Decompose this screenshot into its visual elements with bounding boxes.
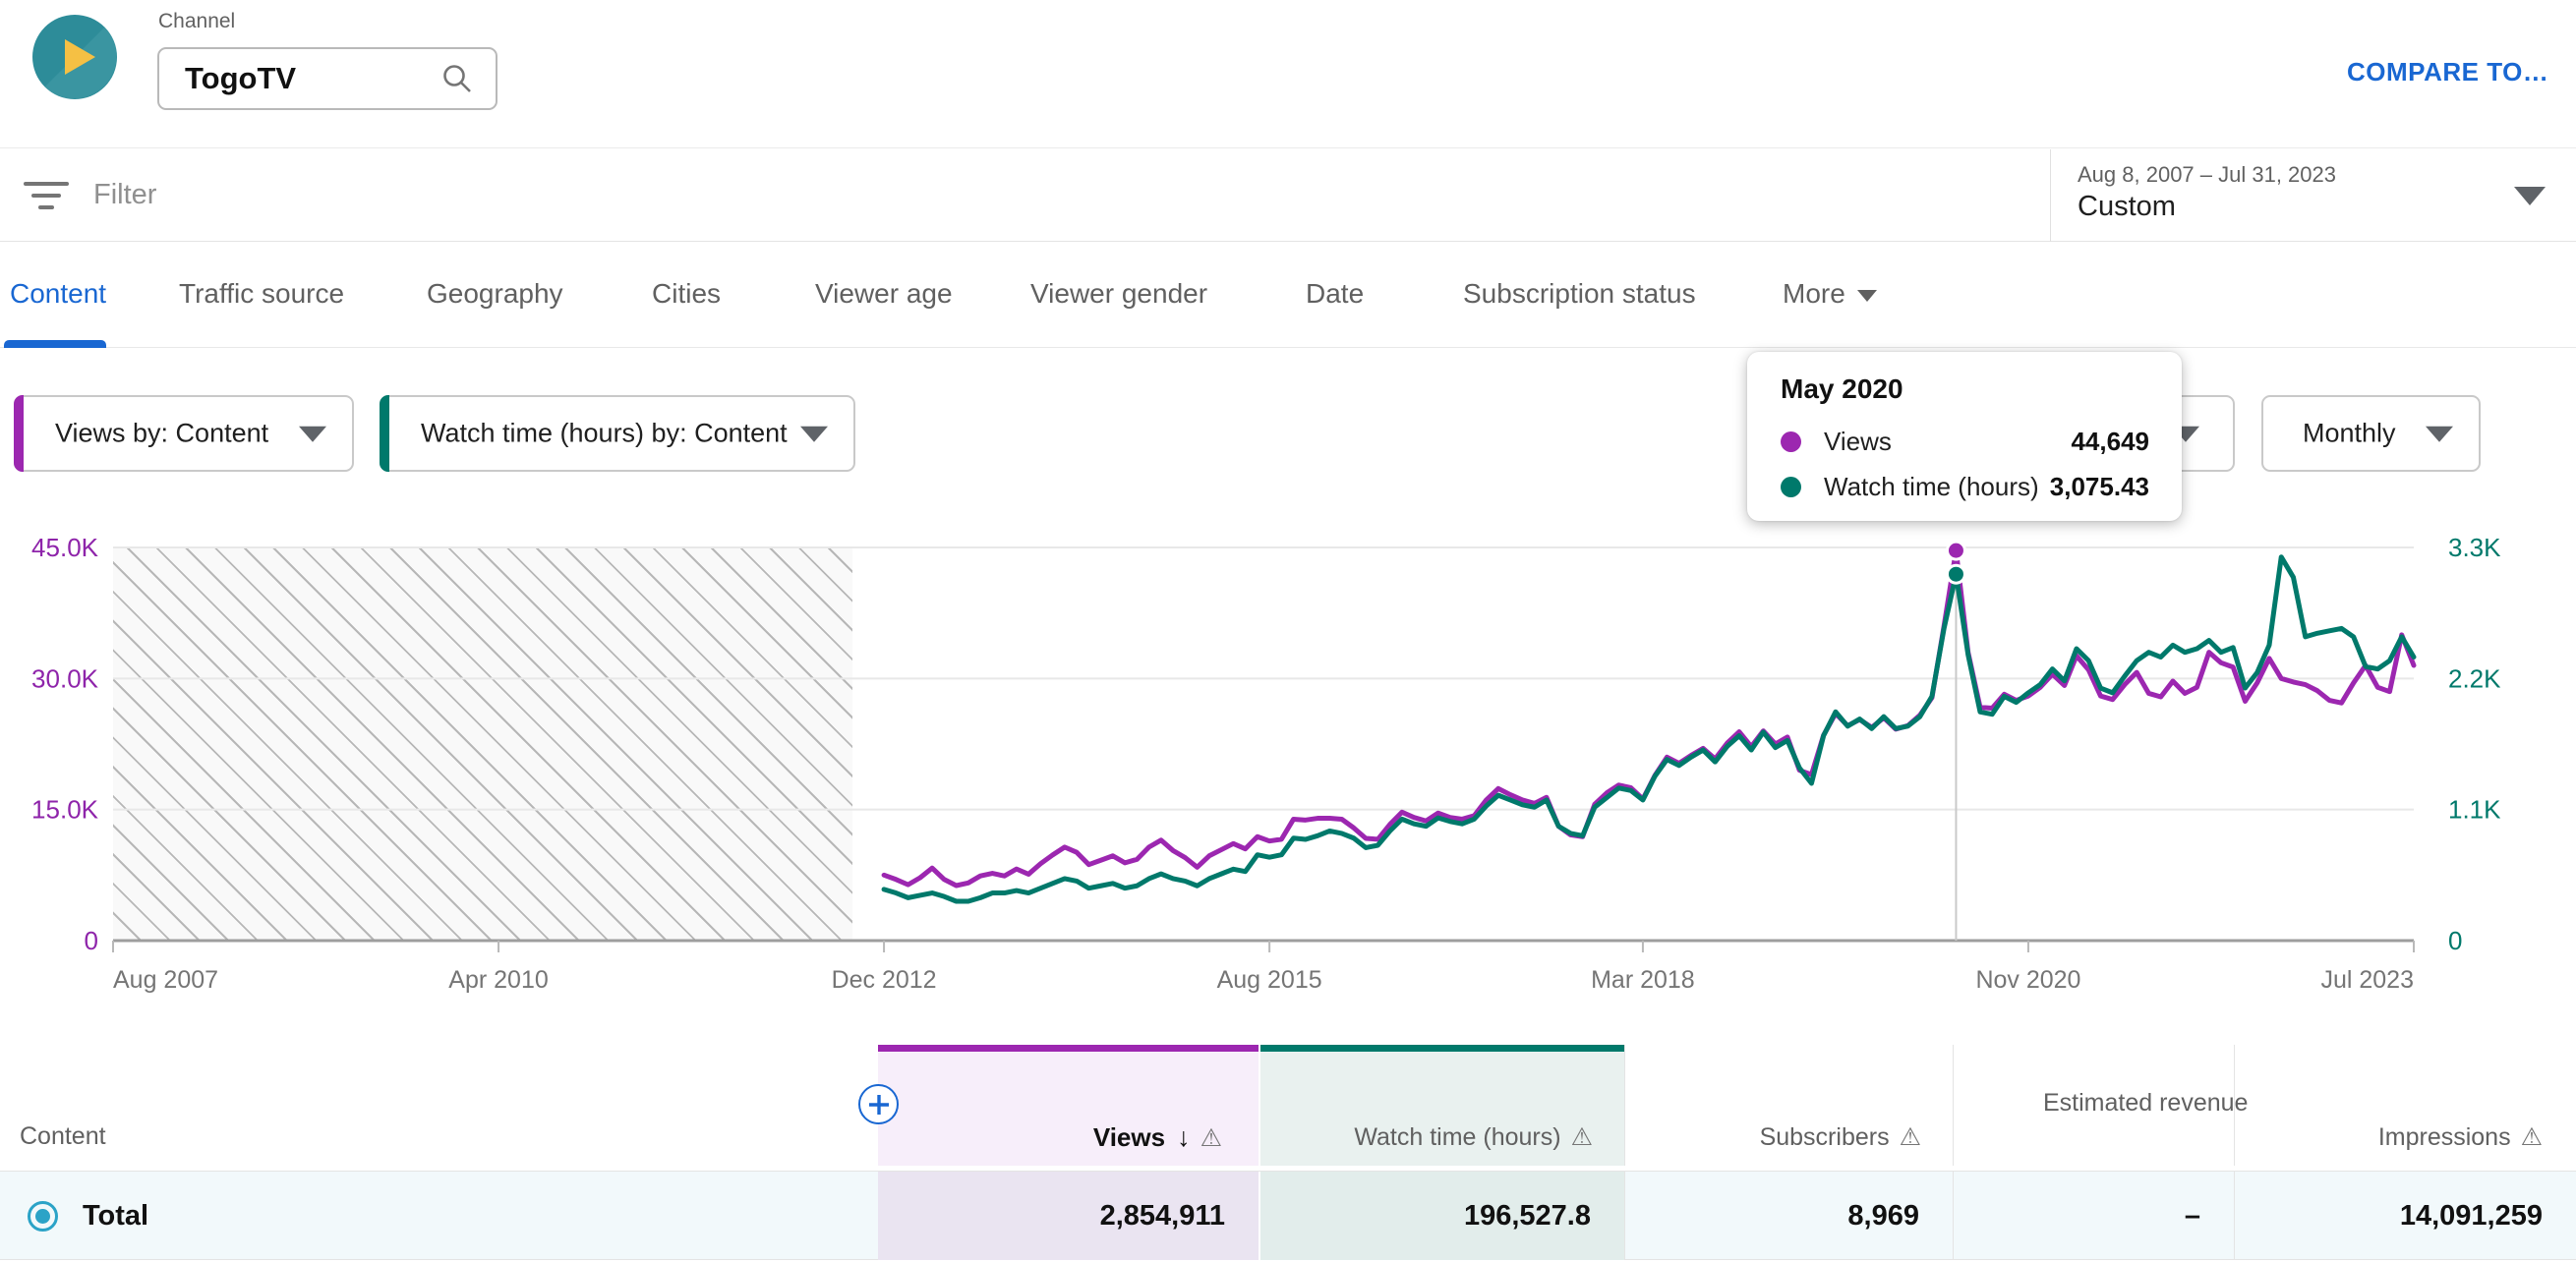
tab-geography[interactable]: Geography	[427, 278, 563, 310]
table-header-labels: Content Views ↓ ⚠ Watch time (hours) ⚠ Subs…	[0, 1122, 2576, 1162]
views-accent-bar	[14, 395, 24, 472]
channel-logo-icon	[32, 15, 117, 99]
column-header-watch-time[interactable]: Watch time (hours) ⚠	[1354, 1122, 1593, 1152]
tab-more[interactable]: More	[1783, 278, 1877, 310]
chevron-down-icon	[1857, 290, 1877, 302]
subscribers-header-label: Subscribers	[1760, 1123, 1890, 1151]
warning-icon: ⚠	[2521, 1123, 2543, 1151]
chevron-down-icon	[800, 427, 828, 442]
column-header-content[interactable]: Content	[20, 1122, 106, 1151]
watchtime-metric-picker[interactable]: Watch time (hours) by: Content	[380, 395, 855, 472]
total-radio-button[interactable]	[28, 1201, 58, 1232]
total-watchtime-cell: 196,527.8	[1259, 1172, 1624, 1260]
svg-text:2.2K: 2.2K	[2448, 663, 2501, 693]
tooltip-title: May 2020	[1781, 373, 1903, 405]
sort-desc-icon[interactable]: ↓	[1177, 1122, 1191, 1152]
tab-content[interactable]: Content	[10, 278, 106, 310]
chevron-down-icon	[2426, 427, 2453, 442]
svg-text:0: 0	[85, 926, 98, 955]
tooltip-views-row: Views 44,649	[1781, 427, 2149, 456]
active-tab-indicator	[4, 340, 106, 348]
warning-icon: ⚠	[1200, 1124, 1222, 1152]
svg-text:3.3K: 3.3K	[2448, 533, 2501, 562]
channel-field-label: Channel	[158, 10, 235, 33]
total-impressions-cell: 14,091,259	[2234, 1172, 2576, 1260]
tooltip-watchtime-label: Watch time (hours)	[1824, 472, 2050, 502]
plus-icon	[868, 1094, 890, 1116]
tab-viewer-gender[interactable]: Viewer gender	[1030, 278, 1207, 310]
chart-tooltip: May 2020 Views 44,649 Watch time (hours)…	[1747, 352, 2182, 521]
column-header-views[interactable]: Views ↓ ⚠	[1093, 1122, 1222, 1153]
watchtime-header-label: Watch time (hours)	[1354, 1123, 1560, 1151]
watchtime-accent-bar	[380, 395, 389, 472]
add-metric-button[interactable]	[858, 1084, 899, 1124]
svg-text:Apr 2010: Apr 2010	[448, 966, 548, 994]
granularity-label: Monthly	[2303, 419, 2396, 449]
date-range-text: Aug 8, 2007 – Jul 31, 2023	[2078, 162, 2336, 188]
date-range-picker[interactable]: Aug 8, 2007 – Jul 31, 2023 Custom	[2050, 149, 2576, 242]
chevron-down-icon	[2514, 187, 2546, 205]
views-header-label: Views	[1093, 1122, 1165, 1152]
app-header: Channel TogoTV COMPARE TO…	[0, 0, 2576, 148]
svg-text:Jul 2023: Jul 2023	[2320, 966, 2414, 994]
watchtime-legend-dot	[1781, 477, 1801, 497]
warning-icon: ⚠	[1900, 1123, 1921, 1151]
filter-icon	[24, 182, 69, 213]
tab-traffic-source[interactable]: Traffic source	[179, 278, 344, 310]
svg-text:Aug 2007: Aug 2007	[113, 966, 218, 994]
table-header-row: Content Views ↓ ⚠ Watch time (hours) ⚠ Subs…	[0, 1012, 2576, 1166]
svg-text:Nov 2020: Nov 2020	[1975, 966, 2080, 994]
total-subscribers-cell: 8,969	[1624, 1172, 1953, 1260]
svg-text:1.1K: 1.1K	[2448, 795, 2501, 825]
svg-text:Dec 2012: Dec 2012	[832, 966, 937, 994]
views-legend-dot	[1781, 431, 1801, 452]
tab-more-label: More	[1783, 278, 1845, 309]
tooltip-watchtime-value: 3,075.43	[2050, 472, 2149, 502]
impressions-header-label: Impressions	[2378, 1123, 2511, 1151]
radio-selected-dot	[35, 1209, 50, 1224]
tab-subscription-status[interactable]: Subscription status	[1463, 278, 1696, 310]
total-row-content-cell: Total	[0, 1172, 878, 1260]
views-metric-picker[interactable]: Views by: Content	[14, 395, 354, 472]
search-icon	[440, 62, 474, 95]
channel-name-value: TogoTV	[185, 61, 440, 96]
channel-avatar	[32, 15, 117, 99]
tab-cities[interactable]: Cities	[652, 278, 721, 310]
total-views-cell: 2,854,911	[878, 1172, 1259, 1260]
compare-to-link[interactable]: COMPARE TO…	[2347, 57, 2548, 87]
views-watchtime-chart: 0 15.0K 30.0K 45.0K 0 1.1K 2.2K 3.3K Aug 2007 Apr…	[0, 531, 2576, 1003]
analytics-page: Channel TogoTV COMPARE TO… Filter Aug 8,…	[0, 0, 2576, 1262]
column-header-subscribers[interactable]: Subscribers ⚠	[1760, 1122, 1921, 1152]
svg-text:Aug 2015: Aug 2015	[1217, 966, 1322, 994]
metrics-table: Content Views ↓ ⚠ Watch time (hours) ⚠ Subs…	[0, 1012, 2576, 1262]
warning-icon: ⚠	[1571, 1123, 1593, 1151]
column-header-estimated-revenue[interactable]: Estimated revenue	[2043, 1087, 2200, 1119]
chevron-down-icon	[299, 427, 326, 442]
svg-text:15.0K: 15.0K	[31, 795, 99, 825]
svg-text:45.0K: 45.0K	[31, 533, 99, 562]
tooltip-views-value: 44,649	[2071, 427, 2149, 457]
views-watchtime-chart-area[interactable]: 0 15.0K 30.0K 45.0K 0 1.1K 2.2K 3.3K Aug 2007 Apr…	[0, 531, 2576, 1003]
tooltip-watchtime-row: Watch time (hours) 3,075.43	[1781, 472, 2149, 501]
filter-input[interactable]: Filter	[93, 179, 156, 211]
total-row-label: Total	[83, 1200, 148, 1233]
column-header-impressions[interactable]: Impressions ⚠	[2378, 1122, 2543, 1152]
total-revenue-cell: –	[1953, 1172, 2234, 1260]
svg-text:0: 0	[2448, 926, 2462, 955]
granularity-picker[interactable]: Monthly	[2261, 395, 2481, 472]
svg-text:Mar 2018: Mar 2018	[1591, 966, 1695, 994]
dimension-tabs: Content Traffic source Geography Cities …	[0, 243, 2576, 348]
filter-bar: Filter Aug 8, 2007 – Jul 31, 2023 Custom	[0, 149, 2576, 242]
svg-text:30.0K: 30.0K	[31, 663, 99, 693]
views-picker-label: Views by: Content	[55, 419, 268, 449]
tab-viewer-age[interactable]: Viewer age	[815, 278, 953, 310]
date-preset-text: Custom	[2078, 191, 2176, 223]
tooltip-views-label: Views	[1824, 427, 2071, 457]
watchtime-picker-label: Watch time (hours) by: Content	[421, 419, 788, 449]
tab-date[interactable]: Date	[1306, 278, 1364, 310]
total-row[interactable]: Total 2,854,911 196,527.8 8,969 – 14,091…	[0, 1172, 2576, 1260]
channel-search-input[interactable]: TogoTV	[157, 47, 498, 110]
